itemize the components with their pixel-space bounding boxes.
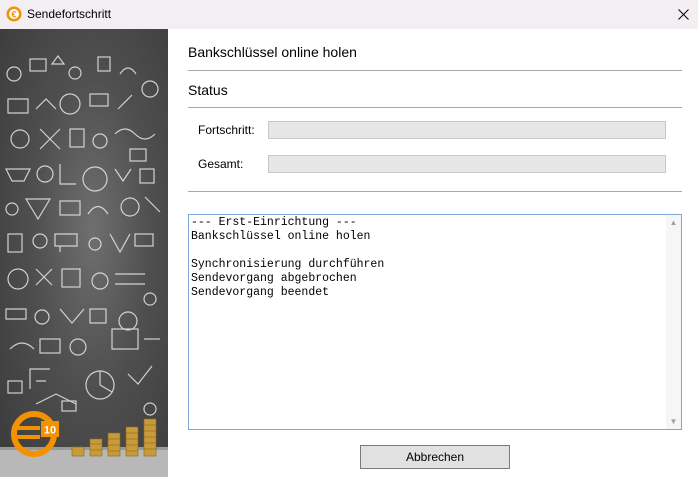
log-textarea[interactable]: --- Erst-Einrichtung --- Bankschlüssel o… xyxy=(188,214,682,430)
divider-top xyxy=(188,70,682,71)
logo-text: 10 xyxy=(44,425,56,437)
divider-bottom xyxy=(188,191,682,192)
chalk-doodles-illustration: 10 xyxy=(0,55,168,477)
log-text: --- Erst-Einrichtung --- Bankschlüssel o… xyxy=(191,216,385,299)
progress-bar xyxy=(268,121,666,139)
scroll-down-icon[interactable]: ▼ xyxy=(666,414,681,429)
total-label: Gesamt: xyxy=(198,157,244,171)
page-title: Bankschlüssel online holen xyxy=(188,44,357,60)
app-logo-icon: € xyxy=(6,6,22,22)
close-button[interactable] xyxy=(668,0,698,29)
side-illustration: 10 xyxy=(0,29,168,477)
status-heading: Status xyxy=(188,82,228,98)
log-scrollbar[interactable]: ▲ ▼ xyxy=(666,215,681,429)
cancel-button[interactable]: Abbrechen xyxy=(360,445,510,469)
title-bar: € Sendefortschritt xyxy=(0,0,698,29)
progress-label: Fortschritt: xyxy=(198,123,255,137)
divider-status xyxy=(188,107,682,108)
close-icon xyxy=(677,9,689,20)
svg-text:€: € xyxy=(11,9,16,19)
scroll-up-icon[interactable]: ▲ xyxy=(666,215,681,230)
window-title: Sendefortschritt xyxy=(27,7,112,21)
total-progress-bar xyxy=(268,155,666,173)
